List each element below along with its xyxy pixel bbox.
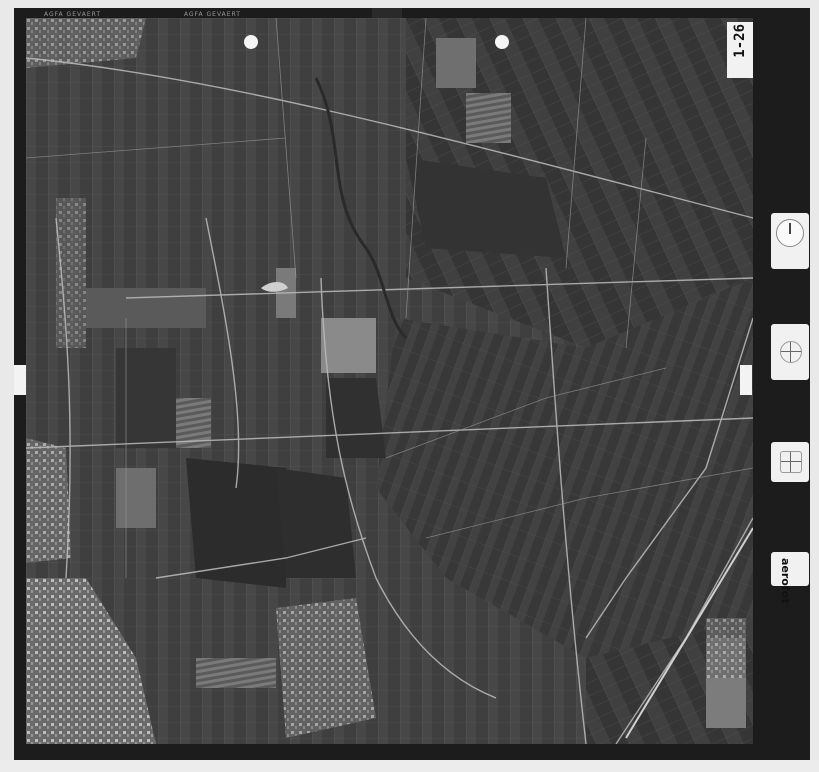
aerial-image <box>26 18 753 744</box>
frame-number-text: 1-26 <box>732 24 748 58</box>
fiducial-mark-right <box>495 35 509 49</box>
film-brand-text-2: AGFA GEVAERT <box>183 11 241 18</box>
altimeter-panel <box>771 213 809 269</box>
altimeter-dial-icon <box>776 219 804 247</box>
fiducial-notch-top <box>372 8 402 18</box>
level-panel <box>771 442 809 482</box>
level-bubble-icon <box>780 451 802 473</box>
brand-label: aerofot <box>779 558 792 604</box>
compass-panel <box>771 324 809 380</box>
aerial-photo-scan: AGFA GEVAERT AGFA GEVAERT 1-26 aerofot <box>0 0 819 772</box>
fiducial-mark-left <box>244 35 258 49</box>
film-brand-text-1: AGFA GEVAERT <box>44 11 102 18</box>
frame-number-label: 1-26 <box>727 22 753 78</box>
compass-icon <box>780 341 802 363</box>
brand-panel: aerofot <box>771 552 809 603</box>
fiducial-notch-left <box>14 365 26 395</box>
scan-bottom-margin <box>0 760 819 772</box>
fiducial-notch-right <box>740 365 752 395</box>
aerial-landscape <box>26 18 753 744</box>
